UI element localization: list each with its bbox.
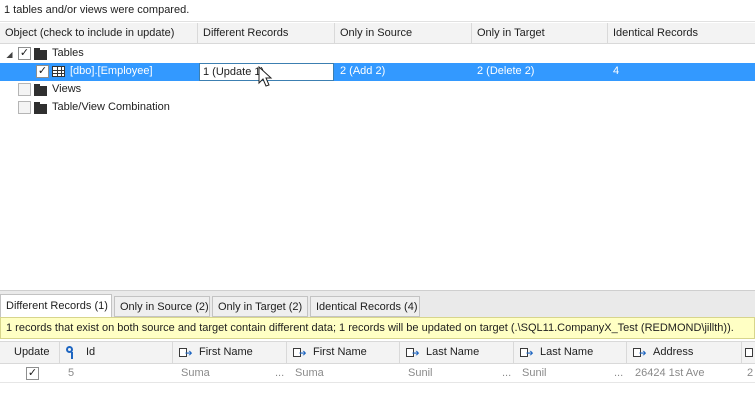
column-label: First Name: [313, 346, 367, 358]
comparison-status: 1 tables and/or views were compared.: [0, 0, 755, 22]
folder-icon: [34, 84, 47, 96]
id-cell: 5: [68, 367, 75, 379]
tree-node-label: Tables: [52, 47, 84, 59]
table-row[interactable]: ✓ 5 Suma ... Suma Sunil ... Sunil ... 26…: [0, 364, 755, 383]
tree-node-label: [dbo].[Employee]: [70, 65, 153, 77]
tab-identical-records[interactable]: Identical Records (4): [310, 296, 420, 317]
column-header-object[interactable]: Object (check to include in update): [0, 23, 198, 44]
partial-cell: 2: [747, 367, 754, 379]
key-icon: [66, 346, 78, 359]
column-label: First Name: [199, 346, 253, 358]
first-name-target-cell: Suma: [295, 367, 324, 379]
last-name-target-cell: Sunil: [522, 367, 547, 379]
column-header-different-records[interactable]: Different Records: [198, 23, 335, 44]
ellipsis-button[interactable]: ...: [275, 367, 284, 379]
employee-checkbox[interactable]: ✓: [36, 65, 49, 78]
column-label: Last Name: [426, 346, 480, 358]
source-column-icon: ➔: [633, 347, 647, 358]
views-checkbox[interactable]: [18, 83, 31, 96]
column-header-identical-records[interactable]: Identical Records: [608, 23, 755, 44]
only-in-target-cell[interactable]: 2 (Delete 2): [473, 63, 608, 81]
column-label: Update: [14, 346, 50, 358]
column-header-next-partial[interactable]: [742, 342, 755, 364]
target-column-icon: ➔: [293, 347, 307, 358]
identical-records-cell[interactable]: 4: [609, 63, 755, 81]
first-name-source-cell: Suma: [181, 367, 210, 379]
comparison-grid-header: Object (check to include in update) Diff…: [0, 23, 755, 44]
tree-node-label: Table/View Combination: [52, 101, 170, 113]
column-header-id[interactable]: Id: [60, 342, 173, 364]
column-label: Last Name: [540, 346, 594, 358]
column-label: Id: [86, 346, 96, 358]
source-column-icon: ➔: [406, 347, 420, 358]
folder-icon: [34, 48, 47, 60]
tree-node-table-view-combination[interactable]: Table/View Combination: [0, 99, 755, 117]
target-column-icon: ➔: [520, 347, 534, 358]
column-label: Address: [653, 346, 694, 358]
column-header-update[interactable]: Update: [0, 342, 60, 364]
detail-grid-header: Update Id ➔ First Name ➔ First Name ➔ La…: [0, 341, 755, 364]
mouse-cursor-icon: [258, 66, 273, 87]
table-icon: [52, 66, 65, 77]
tree-node-label: Views: [52, 83, 82, 95]
address-cell: 26424 1st Ave: [635, 367, 705, 379]
combination-checkbox[interactable]: [18, 101, 31, 114]
column-header-only-in-source[interactable]: Only in Source: [335, 23, 472, 44]
tree-node-views[interactable]: Views: [0, 81, 755, 99]
collapse-arrow-icon[interactable]: ◢: [5, 50, 14, 59]
tables-checkbox[interactable]: ✓: [18, 47, 31, 60]
last-name-source-cell: Sunil: [408, 367, 433, 379]
column-header-first-name-target[interactable]: ➔ First Name: [287, 342, 400, 364]
only-in-source-cell[interactable]: 2 (Add 2): [336, 63, 472, 81]
tab-only-in-source[interactable]: Only in Source (2): [114, 296, 210, 317]
tab-only-in-target[interactable]: Only in Target (2): [212, 296, 308, 317]
column-header-address[interactable]: ➔ Address: [627, 342, 742, 364]
tab-different-records[interactable]: Different Records (1): [0, 294, 112, 318]
info-bar: 1 records that exist on both source and …: [0, 317, 755, 339]
ellipsis-button[interactable]: ...: [614, 367, 623, 379]
column-header-only-in-target[interactable]: Only in Target: [472, 23, 608, 44]
ellipsis-button[interactable]: ...: [502, 367, 511, 379]
tree-node-tables[interactable]: ◢ ✓ Tables: [0, 45, 755, 63]
column-header-first-name-source[interactable]: ➔ First Name: [173, 342, 287, 364]
column-header-last-name-target[interactable]: ➔ Last Name: [514, 342, 627, 364]
update-checkbox[interactable]: ✓: [26, 367, 39, 380]
table-row-employee[interactable]: ✓ [dbo].[Employee] 1 (Update 1) 2 (Add 2…: [0, 63, 755, 81]
column-header-last-name-source[interactable]: ➔ Last Name: [400, 342, 514, 364]
folder-icon: [34, 102, 47, 114]
target-column-icon: [745, 347, 755, 358]
source-column-icon: ➔: [179, 347, 193, 358]
result-tabs: Different Records (1) Only in Source (2)…: [0, 290, 755, 318]
